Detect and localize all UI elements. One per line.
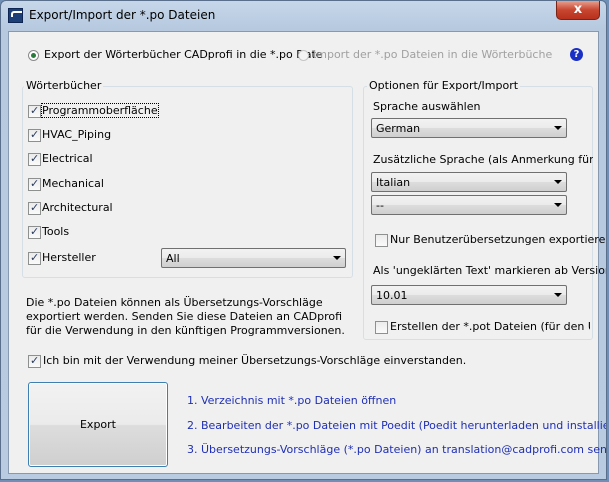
export-mode-label[interactable]: Export der Wörterbücher CADprofi in die … [44,48,323,61]
dict-label-hvac-piping[interactable]: HVAC_Piping [42,128,111,141]
unclear-text-label: Als 'ungeklärten Text' markieren ab Vers… [373,264,607,277]
chevron-down-icon [554,180,562,184]
dialog-window: Export/Import der *.po Dateien x Export … [0,0,607,480]
dict-label-electrical[interactable]: Electrical [42,152,93,165]
poedit-link[interactable]: 2. Bearbeiten der *.po Dateien mit Poedi… [187,419,606,432]
close-button[interactable]: x [556,1,600,20]
window-title: Export/Import der *.po Dateien [29,8,216,22]
dict-checkbox-programmoberflaeche[interactable] [28,104,41,118]
dict-checkbox-tools[interactable] [28,225,41,239]
import-mode-label[interactable]: Import der *.po Dateien in die Wörterbüc… [313,48,553,61]
user-only-checkbox[interactable] [375,234,388,247]
dict-checkbox-hersteller[interactable] [28,251,41,265]
consent-label[interactable]: Ich bin mit der Verwendung meiner Überse… [43,354,466,367]
dict-label-mechanical[interactable]: Mechanical [42,177,104,190]
dict-checkbox-mechanical[interactable] [28,177,41,191]
consent-checkbox[interactable] [28,354,41,368]
extra-language-select[interactable]: Italian [371,172,567,192]
language-label: Sprache auswählen [373,100,481,113]
app-icon [8,8,23,23]
extra-language-select-2[interactable]: -- [371,195,567,215]
user-only-label[interactable]: Nur Benutzerübersetzungen exportieren [390,233,606,246]
chevron-down-icon [333,256,341,260]
language-select[interactable]: German [371,118,567,138]
options-group-label: Optionen für Export/Import [367,79,521,92]
pot-checkbox[interactable] [375,321,388,334]
version-select[interactable]: 10.01 [371,285,567,305]
help-icon[interactable]: ? [570,48,583,61]
dictionaries-group-label: Wörterbücher [24,79,104,92]
chevron-down-icon [554,126,562,130]
dict-label-architectural[interactable]: Architectural [42,201,113,214]
dict-checkbox-hvac-piping[interactable] [28,128,41,142]
language-select-value: German [376,122,421,135]
dialog-content: Export der Wörterbücher CADprofi in die … [8,31,606,474]
send-translations-link[interactable]: 3. Übersetzungs-Vorschläge (*.po Dateien… [187,443,606,456]
dict-checkbox-architectural[interactable] [28,201,41,215]
dict-label-programmoberflaeche[interactable]: Programmoberfläche [41,103,159,118]
dict-label-tools[interactable]: Tools [42,225,69,238]
chevron-down-icon [554,203,562,207]
open-folder-link[interactable]: 1. Verzeichnis mit *.po Dateien öffnen [187,394,396,407]
import-mode-radio[interactable] [298,50,309,61]
info-text: Die *.po Dateien können als Übersetzungs… [26,296,345,337]
manufacturer-select-value: All [166,252,180,265]
extra-language-select-2-value: -- [376,199,384,212]
title-bar[interactable]: Export/Import der *.po Dateien x [1,1,606,31]
export-mode-radio[interactable] [28,50,39,61]
dict-checkbox-electrical[interactable] [28,152,41,166]
manufacturer-select[interactable]: All [161,248,346,268]
version-select-value: 10.01 [376,289,408,302]
chevron-down-icon [554,293,562,297]
export-button[interactable]: Export [28,382,168,467]
dict-label-hersteller[interactable]: Hersteller [42,251,96,264]
pot-label[interactable]: Erstellen der *.pot Dateien (für den Übe… [390,320,590,333]
extra-language-select-value: Italian [376,176,411,189]
extra-language-label: Zusätzliche Sprache (als Anmerkung für [373,153,593,166]
